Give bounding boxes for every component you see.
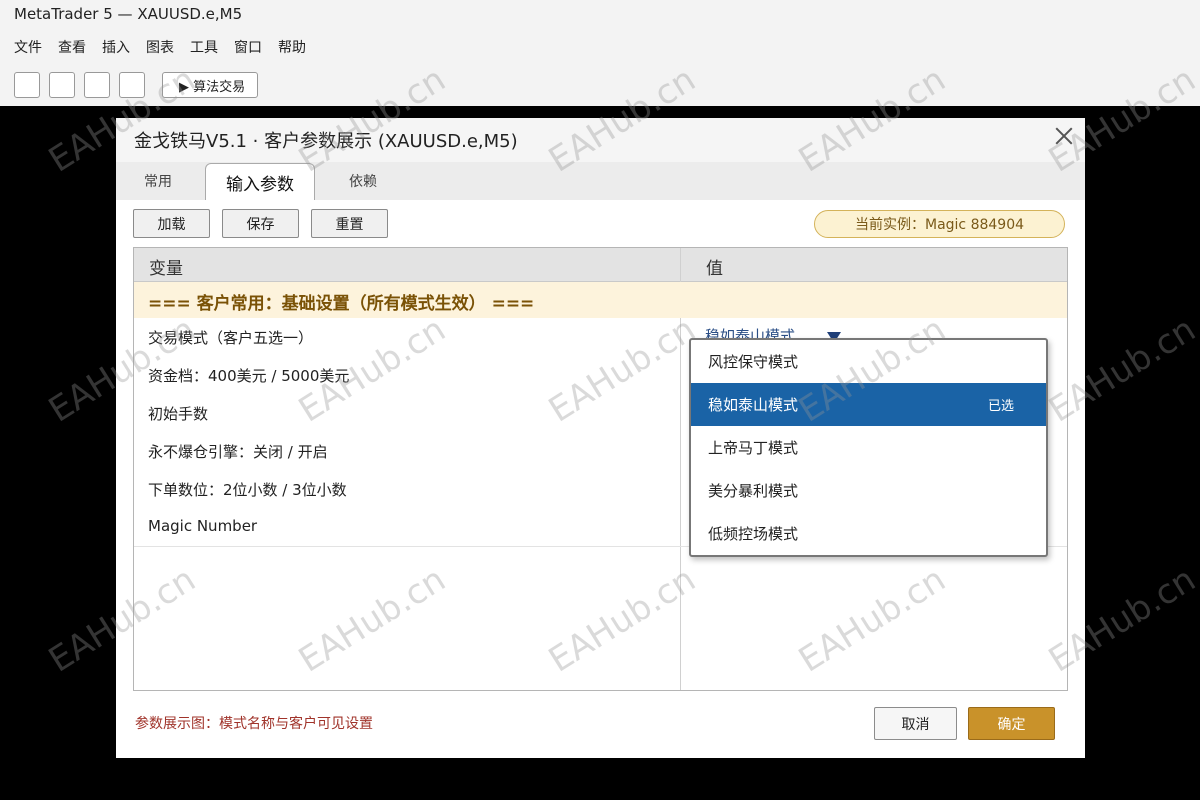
- menu-tools[interactable]: 工具: [190, 37, 218, 57]
- dropdown-option[interactable]: 风控保守模式: [691, 340, 1046, 383]
- dropdown-option-selected[interactable]: 稳如泰山模式 已选: [691, 383, 1046, 426]
- column-header-variable[interactable]: 变量: [149, 254, 183, 279]
- algo-trading-button[interactable]: ▶ 算法交易: [162, 72, 259, 98]
- load-button[interactable]: 加载: [133, 209, 210, 238]
- app-title: MetaTrader 5 — XAUUSD.e,M5: [0, 0, 1200, 30]
- toolbar: ▶ 算法交易: [0, 64, 1200, 106]
- menu-help[interactable]: 帮助: [278, 37, 306, 57]
- column-header-value[interactable]: 值: [706, 254, 723, 279]
- toolbar-button-4[interactable]: [119, 72, 145, 98]
- toolbar-button-2[interactable]: [49, 72, 75, 98]
- section-header: === 客户常用：基础设置（所有模式生效） ===: [134, 282, 1067, 318]
- tab-common[interactable]: 常用: [132, 162, 184, 200]
- action-buttons: 加载 保存 重置: [133, 209, 388, 238]
- dialog-title: 金戈铁马V5.1 · 客户参数展示 (XAUUSD.e,M5): [134, 131, 518, 152]
- save-button[interactable]: 保存: [222, 209, 299, 238]
- close-icon[interactable]: [1053, 125, 1075, 147]
- menu-insert[interactable]: 插入: [102, 37, 130, 57]
- tab-inputs[interactable]: 输入参数: [205, 163, 315, 201]
- menu-bar: 文件 查看 插入 图表 工具 窗口 帮助: [0, 30, 1200, 64]
- magic-badge: 当前实例：Magic 884904: [814, 210, 1065, 238]
- menu-file[interactable]: 文件: [14, 37, 42, 57]
- dropdown-option[interactable]: 上帝马丁模式: [691, 426, 1046, 469]
- mode-dropdown: 风控保守模式 稳如泰山模式 已选 上帝马丁模式 美分暴利模式 低频控场模式: [689, 338, 1048, 557]
- dropdown-option[interactable]: 低频控场模式: [691, 512, 1046, 555]
- footer-note: 参数展示图：模式名称与客户可见设置: [135, 716, 373, 732]
- menu-view[interactable]: 查看: [58, 37, 86, 57]
- toolbar-button-1[interactable]: [14, 72, 40, 98]
- dropdown-option-label: 稳如泰山模式: [708, 396, 799, 414]
- grid-header: 变量 值: [134, 248, 1067, 282]
- tab-bar: 常用 输入参数 依赖: [116, 162, 1085, 201]
- toolbar-button-3[interactable]: [84, 72, 110, 98]
- dropdown-option[interactable]: 美分暴利模式: [691, 469, 1046, 512]
- cancel-button[interactable]: 取消: [874, 707, 957, 740]
- selected-tag: 已选: [987, 399, 1014, 414]
- tab-dependencies[interactable]: 依赖: [337, 162, 389, 200]
- ok-button[interactable]: 确定: [968, 707, 1055, 740]
- reset-button[interactable]: 重置: [311, 209, 388, 238]
- menu-window[interactable]: 窗口: [234, 37, 262, 57]
- menu-charts[interactable]: 图表: [146, 37, 174, 57]
